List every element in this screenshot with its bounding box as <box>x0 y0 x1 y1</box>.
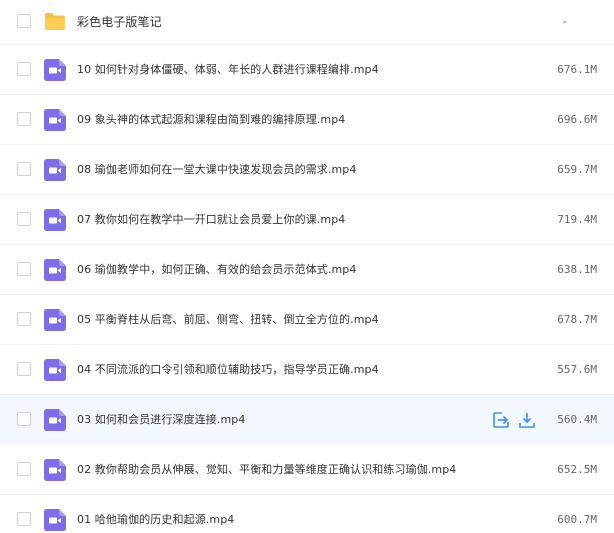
file-name[interactable]: 08 瑜伽老师如何在一堂大课中快速发现会员的需求.mp4 <box>77 145 357 194</box>
file-row[interactable]: 10 如何针对身体僵硬、体弱、年长的人群进行课程编排.mp4 676.1M <box>0 45 614 95</box>
file-name[interactable]: 03 如何和会员进行深度连接.mp4 <box>77 395 246 444</box>
video-file-icon <box>44 408 66 431</box>
file-name[interactable]: 04 不同流派的口令引领和顺位辅助技巧，指导学员正确.mp4 <box>77 345 379 394</box>
file-size: 560.4M <box>557 413 597 426</box>
file-row[interactable]: 05 平衡脊柱从后弯、前屈、侧弯、扭转、倒立全方位的.mp4 678.7M <box>0 295 614 345</box>
file-list: 彩色电子版笔记 - 10 如何针对身体僵硬、体弱、年长的人群进行课程编排.mp4 67… <box>0 0 614 533</box>
row-checkbox[interactable] <box>17 461 31 476</box>
folder-icon <box>45 13 65 30</box>
video-file-icon <box>44 358 66 381</box>
row-checkbox[interactable] <box>17 111 31 126</box>
file-name[interactable]: 10 如何针对身体僵硬、体弱、年长的人群进行课程编排.mp4 <box>77 45 379 94</box>
file-name[interactable]: 02 教你帮助会员从伸展、觉知、平衡和力量等维度正确认识和练习瑜伽.mp4 <box>77 445 456 494</box>
file-size: 696.6M <box>557 113 597 126</box>
video-file-icon <box>44 208 66 231</box>
video-file-icon <box>44 258 66 281</box>
file-name[interactable]: 彩色电子版笔记 <box>77 0 162 44</box>
video-file-icon <box>44 108 66 131</box>
video-file-icon <box>44 458 66 481</box>
video-file-icon <box>44 308 66 331</box>
file-name[interactable]: 01 哈他瑜伽的历史和起源.mp4 <box>77 495 234 533</box>
row-checkbox[interactable] <box>17 311 31 326</box>
file-row[interactable]: 04 不同流派的口令引领和顺位辅助技巧，指导学员正确.mp4 557.6M <box>0 345 614 395</box>
file-size: - <box>561 15 568 28</box>
file-name[interactable]: 05 平衡脊柱从后弯、前屈、侧弯、扭转、倒立全方位的.mp4 <box>77 295 379 344</box>
file-size: 719.4M <box>557 213 597 226</box>
file-name[interactable]: 06 瑜伽教学中，如何正确、有效的给会员示范体式.mp4 <box>77 245 357 294</box>
row-checkbox[interactable] <box>17 14 31 28</box>
file-size: 638.1M <box>557 263 597 276</box>
file-size: 676.1M <box>557 63 597 76</box>
row-checkbox[interactable] <box>17 211 31 226</box>
file-row[interactable]: 08 瑜伽老师如何在一堂大课中快速发现会员的需求.mp4 659.7M <box>0 145 614 195</box>
video-file-icon <box>44 58 66 81</box>
row-checkbox[interactable] <box>17 361 31 376</box>
video-file-icon <box>44 508 66 531</box>
share-icon[interactable] <box>492 411 510 429</box>
row-checkbox[interactable] <box>17 61 31 76</box>
file-row[interactable]: 09 象头神的体式起源和课程由简到难的编排原理.mp4 696.6M <box>0 95 614 145</box>
file-size: 557.6M <box>557 363 597 376</box>
file-name[interactable]: 07 教你如何在教学中一开口就让会员爱上你的课.mp4 <box>77 195 345 244</box>
file-name[interactable]: 09 象头神的体式起源和课程由简到难的编排原理.mp4 <box>77 95 345 144</box>
row-checkbox[interactable] <box>17 511 31 526</box>
file-row[interactable]: 03 如何和会员进行深度连接.mp4 560.4M <box>0 395 614 445</box>
video-file-icon <box>44 158 66 181</box>
row-checkbox[interactable] <box>17 161 31 176</box>
file-row[interactable]: 02 教你帮助会员从伸展、觉知、平衡和力量等维度正确认识和练习瑜伽.mp4 652… <box>0 445 614 495</box>
file-size: 600.7M <box>557 513 597 526</box>
row-checkbox[interactable] <box>17 411 31 426</box>
row-actions <box>492 411 536 429</box>
file-row[interactable]: 01 哈他瑜伽的历史和起源.mp4 600.7M <box>0 495 614 533</box>
row-checkbox[interactable] <box>17 261 31 276</box>
file-size: 678.7M <box>557 313 597 326</box>
file-row[interactable]: 07 教你如何在教学中一开口就让会员爱上你的课.mp4 719.4M <box>0 195 614 245</box>
file-size: 659.7M <box>557 163 597 176</box>
file-size: 652.5M <box>557 463 597 476</box>
file-row[interactable]: 06 瑜伽教学中，如何正确、有效的给会员示范体式.mp4 638.1M <box>0 245 614 295</box>
folder-row[interactable]: 彩色电子版笔记 - <box>0 0 614 45</box>
download-icon[interactable] <box>518 411 536 429</box>
